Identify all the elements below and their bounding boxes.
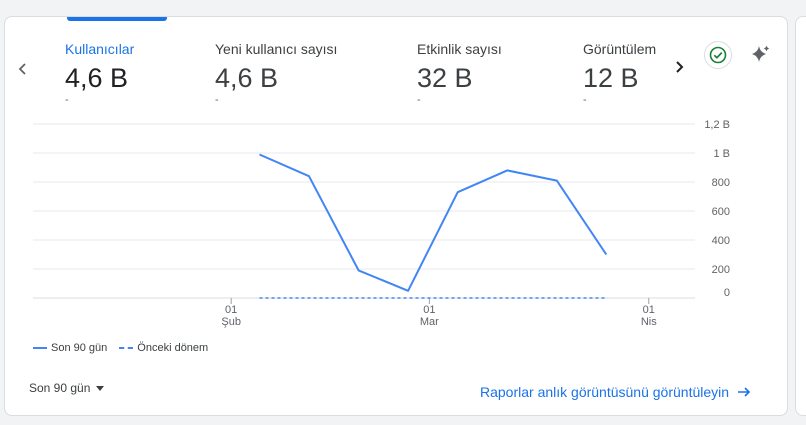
- x-tick-label-line: Nis: [641, 316, 657, 328]
- legend-label: Önceki dönem: [137, 342, 209, 354]
- caret-down-icon: [96, 385, 105, 391]
- x-tick-label: 01 Mar: [420, 304, 439, 328]
- legend-item-previous: Önceki dönem: [119, 342, 208, 354]
- x-tick-label-line: 01: [423, 304, 435, 316]
- x-tick-label: 01 Şub: [221, 304, 241, 328]
- view-reports-snapshot-link[interactable]: Raporlar anlık görüntüsünü görüntüleyin: [480, 384, 751, 400]
- y-tick-label: 1,2 B: [704, 119, 730, 131]
- report-link-label: Raporlar anlık görüntüsünü görüntüleyin: [480, 384, 730, 400]
- legend-label: Son 90 gün: [51, 342, 108, 354]
- date-range-label: Son 90 gün: [29, 381, 91, 395]
- y-tick-label: 400: [712, 235, 730, 247]
- y-tick-label: 1 B: [713, 148, 730, 160]
- x-tick-label-line: 01: [225, 304, 237, 316]
- y-tick-label: 800: [712, 177, 730, 189]
- chart-legend: Son 90 gün Önceki dönem: [33, 342, 220, 354]
- legend-swatch-dashed: [119, 347, 134, 349]
- legend-swatch-solid: [33, 347, 47, 349]
- date-range-dropdown[interactable]: Son 90 gün: [29, 381, 105, 395]
- legend-item-current: Son 90 gün: [33, 342, 107, 354]
- y-tick-label: 600: [712, 206, 730, 218]
- line-chart: 02004006008001 B1,2 B 01 Şub01 Mar01 Nis: [33, 119, 730, 328]
- x-tick-label-line: Şub: [221, 316, 241, 328]
- y-tick-label: 200: [712, 264, 730, 276]
- x-tick-label-line: 01: [643, 304, 655, 316]
- analytics-overview-card: Kullanıcılar 4,6 B - Yeni kullanıcı sayı…: [4, 16, 788, 416]
- arrow-right-icon: [738, 387, 751, 397]
- x-tick-label-line: Mar: [420, 316, 439, 328]
- x-tick-label: 01 Nis: [641, 304, 657, 328]
- y-tick-label: 0: [724, 287, 730, 299]
- series-line-current: [259, 153, 608, 292]
- adjacent-card: [795, 16, 806, 416]
